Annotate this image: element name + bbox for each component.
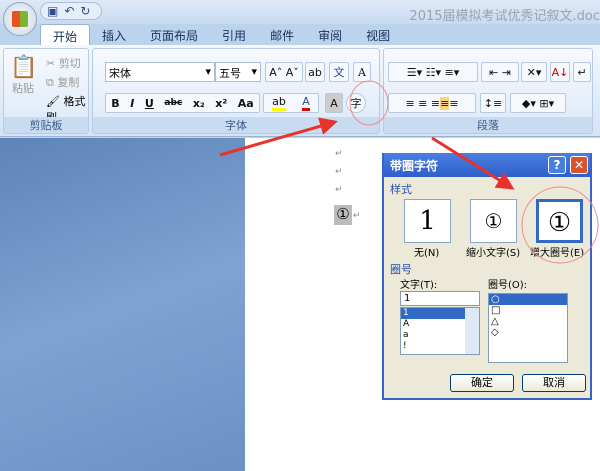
list-item[interactable]: ○	[489, 294, 567, 305]
font-name-select[interactable]: 宋体 ▾	[105, 62, 215, 82]
clipboard-icon: 📋	[10, 55, 38, 80]
quick-access-toolbar: ▣ ↶ ↻	[40, 2, 102, 20]
text-list[interactable]: 1 A a !	[400, 307, 480, 355]
ribbon-tabs: 开始 插入 页面布局 引用 邮件 审阅 视图	[40, 24, 402, 46]
enclosure-section-label: 圈号	[390, 263, 412, 276]
font-group: 宋体 ▾ 五号 ▾ A˄ A˅ ab 文 A B I U abc x₂ x² Aa …	[92, 48, 380, 134]
text-input[interactable]: 1	[400, 291, 480, 306]
enclosed-character[interactable]: ①	[334, 205, 352, 225]
font-color-button[interactable]: A	[302, 95, 310, 111]
save-icon[interactable]: ▣	[47, 4, 58, 18]
workspace-background	[0, 138, 245, 471]
line-spacing-icon[interactable]: ↕≡	[480, 93, 506, 113]
font-label: 字体	[93, 117, 379, 133]
close-button[interactable]: ✕	[570, 156, 588, 174]
tab-view[interactable]: 视图	[354, 24, 402, 46]
tab-page-layout[interactable]: 页面布局	[138, 24, 210, 46]
style-enlarge-symbol[interactable]: ①	[536, 199, 583, 243]
bold-button[interactable]: B	[111, 97, 119, 110]
office-button[interactable]	[3, 2, 37, 36]
copy-button[interactable]: ⧉ 复制	[46, 74, 79, 90]
font-size-select[interactable]: 五号 ▾	[215, 62, 261, 82]
paragraph-label: 段落	[384, 117, 592, 133]
style-shrink-text[interactable]: ①	[470, 199, 517, 243]
paragraph-mark: ↵	[335, 185, 343, 195]
list-item[interactable]: □	[489, 305, 567, 316]
show-marks-icon[interactable]: ↵	[573, 62, 591, 82]
paragraph-mark: ↵	[353, 211, 361, 221]
strikethrough-button[interactable]: abc	[164, 98, 182, 108]
undo-icon[interactable]: ↶	[64, 4, 74, 18]
shading-border-icons[interactable]: ◆▾ ⊞▾	[510, 93, 566, 113]
list-item[interactable]: ◇	[489, 327, 567, 338]
style-none-label: 无(N)	[414, 248, 440, 259]
tab-review[interactable]: 审阅	[306, 24, 354, 46]
clipboard-group: 📋粘贴 ✂ 剪切 ⧉ 复制 🖌 格式刷 剪贴板	[3, 48, 89, 134]
text-label: 文字(T):	[400, 280, 438, 291]
paragraph-mark: ↵	[335, 149, 343, 159]
indent-buttons[interactable]: ⇤ ⇥	[481, 62, 519, 82]
paragraph-mark: ↵	[335, 167, 343, 177]
color-buttons: ab A	[263, 93, 319, 113]
enclose-characters-dialog: 带圈字符 ? ✕ 样式 1 无(N) ① 缩小文字(S) ① 增大圈号(E) 圈…	[382, 153, 592, 400]
change-case-button[interactable]: Aa	[238, 97, 254, 110]
underline-button[interactable]: U	[145, 97, 154, 110]
tab-insert[interactable]: 插入	[90, 24, 138, 46]
enclose-characters-button[interactable]: 字	[346, 93, 366, 113]
italic-button[interactable]: I	[130, 97, 134, 110]
list-item[interactable]: △	[489, 316, 567, 327]
document-title: 2015届模拟考试优秀记叙文.doc	[409, 9, 600, 24]
tab-mailings[interactable]: 邮件	[258, 24, 306, 46]
style-section-label: 样式	[390, 183, 412, 196]
char-border-icon[interactable]: A	[353, 62, 371, 82]
superscript-button[interactable]: x²	[215, 97, 227, 110]
align-buttons[interactable]: ≡ ≡ ≡ ≡ ≡	[388, 93, 476, 113]
subscript-button[interactable]: x₂	[193, 97, 205, 110]
paragraph-group: ☰▾ ☷▾ ≡▾ ⇤ ⇥ ✕▾ A↓ ↵ ≡ ≡ ≡ ≡ ≡ ↕≡ ◆▾ ⊞▾ …	[383, 48, 593, 134]
help-button[interactable]: ?	[548, 156, 566, 174]
cut-button[interactable]: ✂ 剪切	[46, 55, 81, 71]
list-buttons[interactable]: ☰▾ ☷▾ ≡▾	[388, 62, 478, 82]
office-logo-icon	[12, 11, 28, 27]
tab-home[interactable]: 开始	[40, 24, 91, 46]
enclosure-list[interactable]: ○ □ △ ◇	[488, 293, 568, 363]
list-item[interactable]: 1	[401, 308, 465, 319]
paste-button[interactable]: 📋 粘贴	[10, 55, 38, 96]
ok-button[interactable]: 确定	[450, 374, 514, 392]
dialog-title: 带圈字符 ? ✕	[384, 153, 590, 177]
grow-shrink-font-buttons[interactable]: A˄ A˅	[265, 62, 303, 82]
sort-icon[interactable]: A↓	[550, 62, 570, 82]
highlight-button[interactable]: ab	[272, 95, 286, 111]
style-enlarge-symbol-label: 增大圈号(E)	[530, 248, 585, 259]
enclosure-label: 圈号(O):	[488, 280, 528, 291]
scrollbar[interactable]	[465, 308, 479, 354]
clipboard-label: 剪贴板	[4, 117, 88, 133]
char-shading-button[interactable]: A	[325, 93, 343, 113]
style-none[interactable]: 1	[404, 199, 451, 243]
phonetic-guide-icon[interactable]: 文	[329, 62, 349, 82]
format-buttons: B I U abc x₂ x² Aa	[105, 93, 260, 113]
clear-format-icon[interactable]: ab	[305, 62, 325, 82]
style-shrink-text-label: 缩小文字(S)	[466, 248, 521, 259]
cancel-button[interactable]: 取消	[522, 374, 586, 392]
redo-icon[interactable]: ↻	[80, 4, 90, 18]
chinese-layout-icon[interactable]: ✕▾	[521, 62, 547, 82]
tab-references[interactable]: 引用	[210, 24, 258, 46]
ribbon: 📋粘贴 ✂ 剪切 ⧉ 复制 🖌 格式刷 剪贴板 宋体▾ 五号▾ A˄ A˅ ab…	[0, 45, 600, 137]
